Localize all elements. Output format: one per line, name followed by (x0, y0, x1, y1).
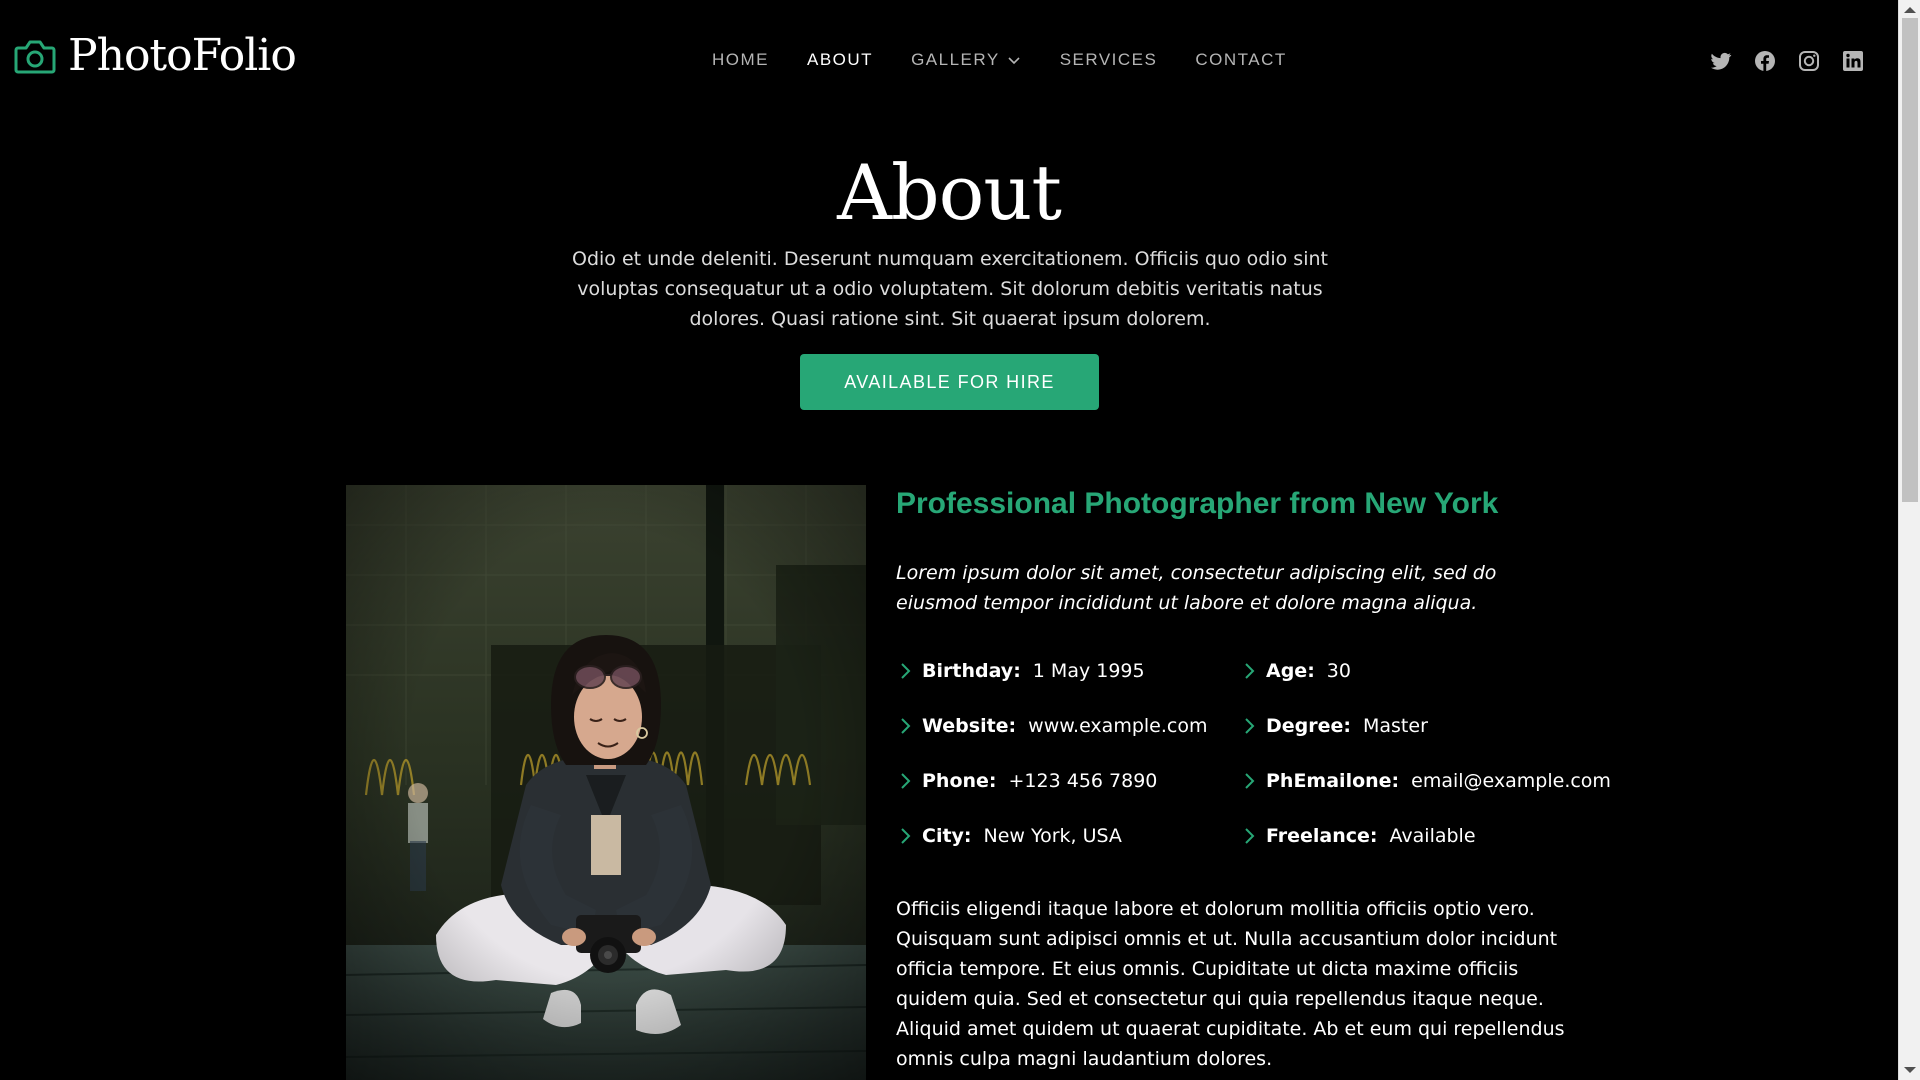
page-title: About (837, 148, 1062, 237)
twitter-icon[interactable] (1709, 49, 1733, 73)
scroll-thumb[interactable] (1902, 18, 1918, 502)
nav-item-contact[interactable]: CONTACT (1195, 50, 1286, 70)
instagram-icon[interactable] (1797, 49, 1821, 73)
site-header: PhotoFolio HOME ABOUT GALLERY SERVICES C… (0, 0, 1898, 124)
page-scrollbar[interactable] (1898, 0, 1920, 1080)
fact-label: City: (922, 825, 972, 847)
fact-phone: Phone: +123 456 7890 (896, 766, 1240, 796)
page: PhotoFolio HOME ABOUT GALLERY SERVICES C… (0, 0, 1920, 1080)
chevron-right-icon (901, 718, 911, 734)
chevron-right-icon (1245, 828, 1255, 844)
fact-value: +123 456 7890 (1008, 770, 1158, 792)
fact-email: PhEmailone: email@example.com (1240, 766, 1626, 796)
about-content: Professional Photographer from New York … (896, 482, 1626, 1074)
scroll-up-arrow-icon[interactable] (1904, 7, 1916, 13)
fact-value: 1 May 1995 (1032, 660, 1145, 682)
facebook-icon[interactable] (1753, 49, 1777, 73)
chevron-right-icon (1245, 663, 1255, 679)
social-links (1689, 49, 1865, 73)
about-body: Officiis eligendi itaque labore et dolor… (896, 898, 1565, 1070)
chevron-right-icon (901, 828, 911, 844)
nav-item-services[interactable]: SERVICES (1060, 50, 1158, 70)
camera-icon (14, 40, 56, 74)
fact-value: Available (1389, 825, 1476, 847)
main-nav: HOME ABOUT GALLERY SERVICES CONTACT (712, 50, 1287, 70)
fact-value: New York, USA (983, 825, 1122, 847)
chevron-right-icon (1245, 718, 1255, 734)
nav-item-about[interactable]: ABOUT (807, 50, 873, 70)
facts-list: Birthday: 1 May 1995 Age: 30 Website: ww… (896, 656, 1626, 851)
fact-degree: Degree: Master (1240, 711, 1626, 741)
chevron-down-icon (1008, 57, 1020, 65)
scroll-down-arrow-icon[interactable] (1904, 1067, 1916, 1073)
linkedin-icon[interactable] (1841, 49, 1865, 73)
photo-illustration (346, 485, 866, 1080)
logo-link[interactable]: PhotoFolio (14, 30, 297, 81)
nav-item-home[interactable]: HOME (712, 50, 769, 70)
chevron-right-icon (1245, 773, 1255, 789)
fact-label: Birthday: (922, 660, 1021, 682)
nav-item-gallery[interactable]: GALLERY (911, 50, 1022, 70)
fact-label: Freelance: (1266, 825, 1378, 847)
photographer-photo (346, 485, 866, 1080)
about-title: Professional Photographer from New York (896, 487, 1499, 520)
available-for-hire-button[interactable]: AVAILABLE FOR HIRE (800, 354, 1099, 410)
chevron-right-icon (901, 663, 911, 679)
fact-birthday: Birthday: 1 May 1995 (896, 656, 1240, 686)
fact-label: Degree: (1266, 715, 1351, 737)
brand-name: PhotoFolio (68, 30, 297, 81)
fact-freelance: Freelance: Available (1240, 821, 1626, 851)
fact-value: 30 (1326, 660, 1351, 682)
hero-description: Odio et unde deleniti. Deserunt numquam … (572, 248, 1328, 330)
fact-value: www.example.com (1028, 715, 1208, 737)
fact-label: Age: (1266, 660, 1315, 682)
chevron-right-icon (901, 773, 911, 789)
fact-city: City: New York, USA (896, 821, 1240, 851)
fact-age: Age: 30 (1240, 656, 1626, 686)
about-lead: Lorem ipsum dolor sit amet, consectetur … (896, 562, 1497, 614)
fact-value: email@example.com (1411, 770, 1611, 792)
nav-item-gallery-label: GALLERY (911, 50, 1000, 69)
fact-label: Website: (922, 715, 1017, 737)
fact-value: Master (1363, 715, 1428, 737)
fact-website: Website: www.example.com (896, 711, 1240, 741)
fact-label: Phone: (922, 770, 997, 792)
fact-label: PhEmailone: (1266, 770, 1400, 792)
